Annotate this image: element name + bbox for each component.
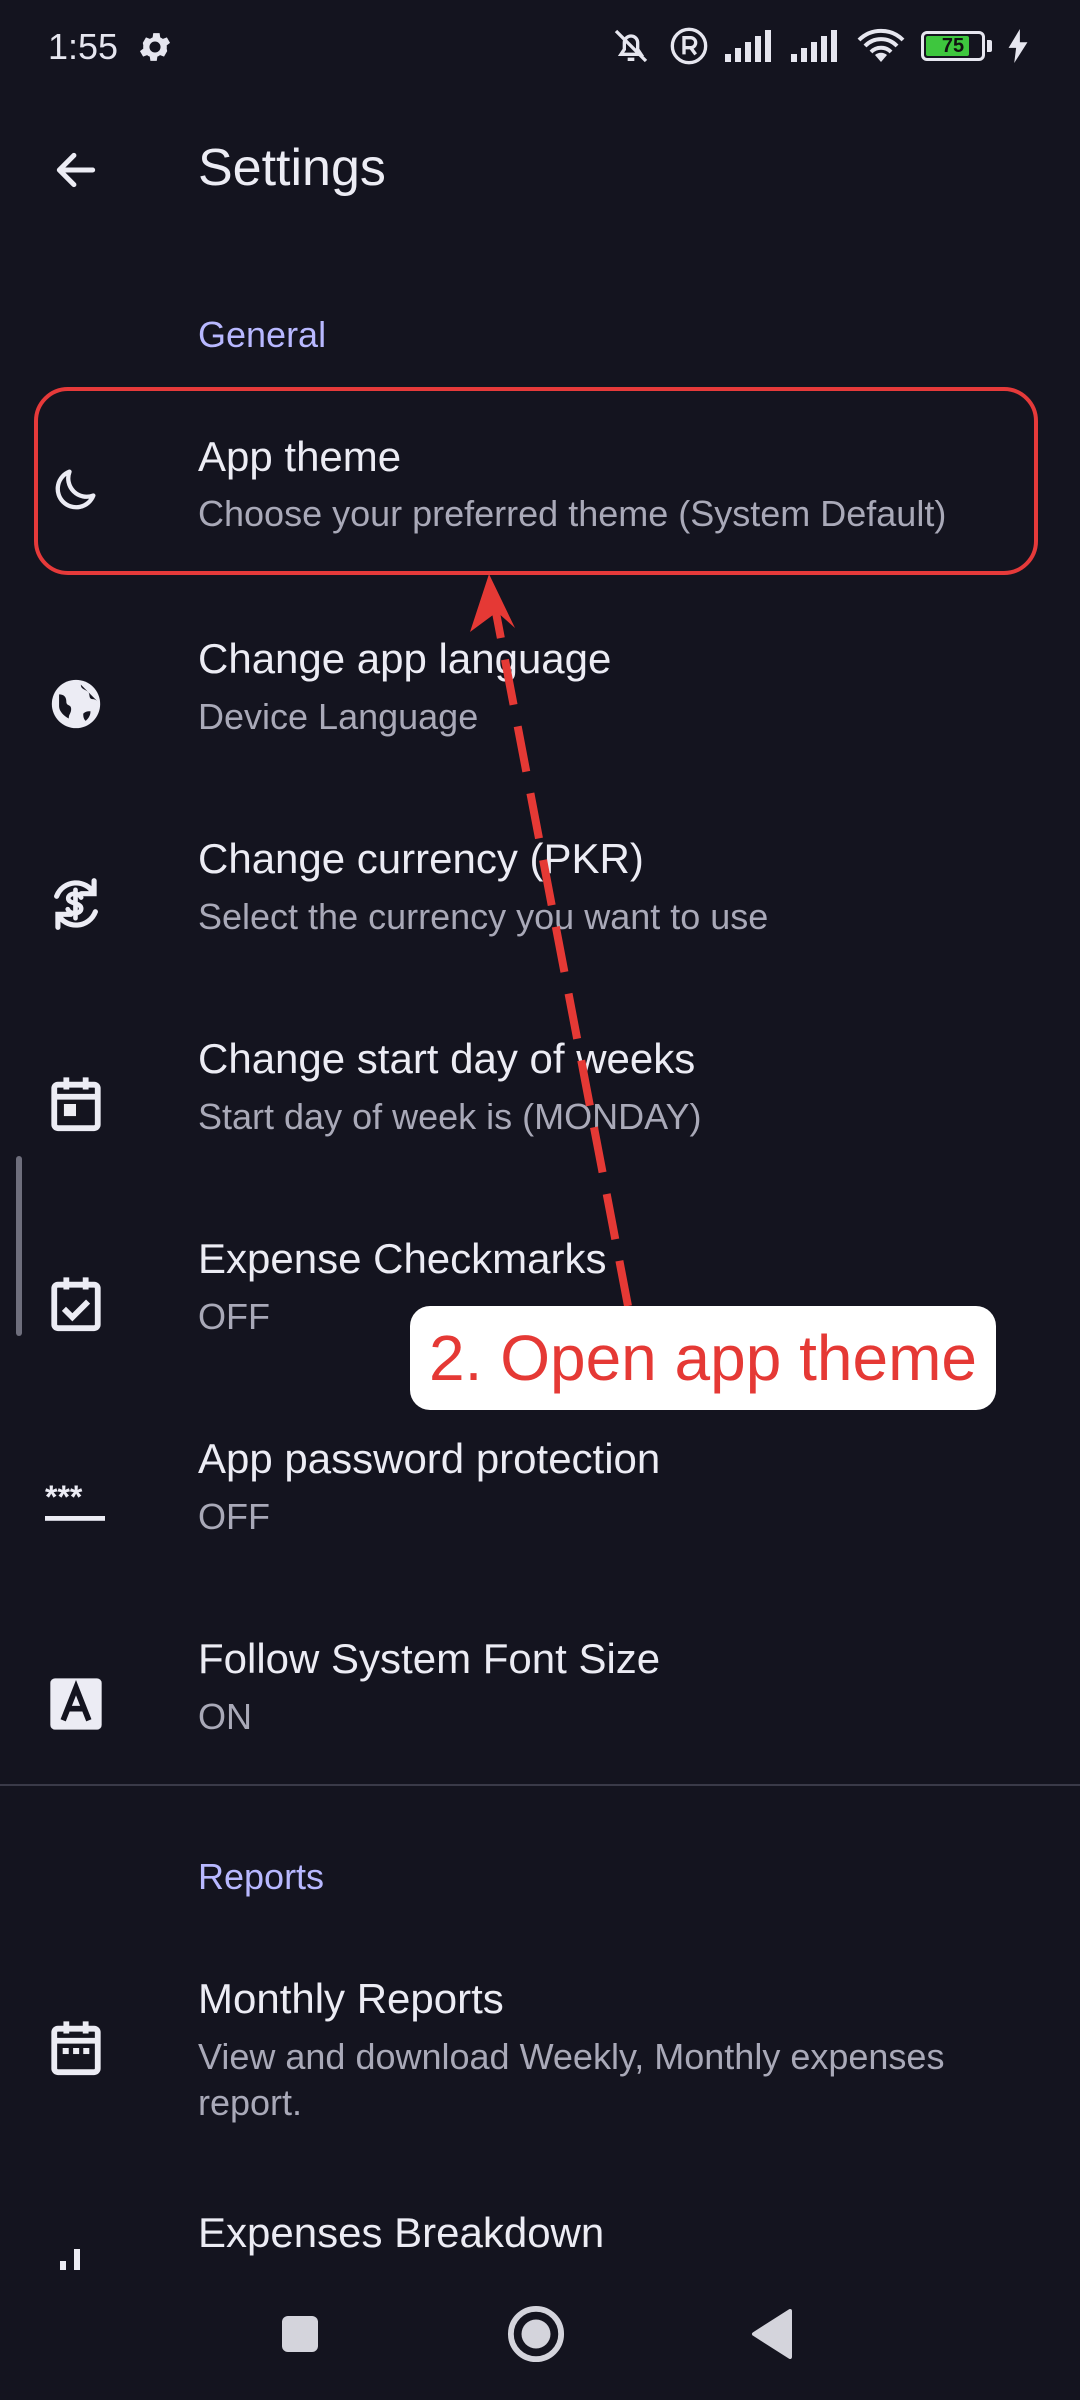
setting-currency[interactable]: Change currency (PKR) Select the currenc…: [0, 820, 1080, 990]
currency-exchange-icon: [44, 872, 108, 936]
bell-off-icon: [609, 26, 653, 66]
setting-font-size[interactable]: Follow System Font Size ON: [0, 1620, 1080, 1790]
setting-subtitle: Select the currency you want to use: [198, 896, 769, 937]
status-icons: 75: [609, 26, 1028, 66]
setting-title: Monthly Reports: [198, 1975, 504, 2022]
system-back-button[interactable]: [732, 2296, 812, 2376]
setting-title: Expense Checkmarks: [198, 1235, 607, 1282]
section-header-general: General: [198, 314, 327, 355]
setting-title: Change app language: [198, 635, 612, 682]
checkbox-calendar-icon: [44, 1272, 108, 1336]
setting-subtitle: ON: [198, 1696, 252, 1737]
battery-icon: 75: [921, 31, 985, 61]
home-circle-icon: [507, 2305, 565, 2368]
recents-square-icon: [280, 2314, 320, 2359]
scroll-indicator[interactable]: [16, 1156, 22, 1336]
globe-icon: [44, 672, 108, 736]
app-bar: Settings: [0, 110, 1080, 230]
bar-chart-icon: [44, 2225, 108, 2270]
calendar-icon: [44, 1072, 108, 1136]
status-bar: 1:55 75: [0, 0, 1080, 100]
setting-title: Follow System Font Size: [198, 1635, 661, 1682]
signal-icon: [791, 30, 841, 62]
arrow-left-icon: [51, 145, 101, 200]
setting-title: App password protection: [198, 1435, 661, 1482]
calendar-month-icon: [44, 2016, 108, 2080]
setting-title: Expenses Breakdown: [198, 2209, 605, 2256]
setting-subtitle: Start day of week is (MONDAY): [198, 1096, 702, 1137]
setting-title: Change start day of weeks: [198, 1035, 696, 1082]
setting-title: Change currency (PKR): [198, 835, 644, 882]
setting-subtitle: OFF: [198, 1496, 270, 1537]
svg-text:***: ***: [45, 1484, 83, 1515]
home-button[interactable]: [496, 2296, 576, 2376]
registered-icon: [669, 26, 709, 66]
recents-button[interactable]: [260, 2296, 340, 2376]
gear-icon: [136, 28, 174, 66]
setting-start-day[interactable]: Change start day of weeks Start day of w…: [0, 1020, 1080, 1190]
section-divider: [0, 1784, 1080, 1786]
setting-app-theme[interactable]: App theme Choose your preferred theme (S…: [0, 395, 1080, 575]
charging-icon: [1008, 29, 1028, 63]
setting-expenses-breakdown[interactable]: Expenses Breakdown: [0, 2205, 1080, 2270]
setting-app-password[interactable]: *** App password protection OFF: [0, 1420, 1080, 1590]
setting-app-language[interactable]: Change app language Device Language: [0, 620, 1080, 790]
setting-subtitle: Choose your preferred theme (System Defa…: [198, 493, 947, 534]
setting-monthly-reports[interactable]: Monthly Reports View and download Weekly…: [0, 1960, 1080, 2140]
back-triangle-icon: [750, 2308, 794, 2364]
password-icon: ***: [44, 1472, 108, 1536]
font-size-icon: [44, 1672, 108, 1736]
page-title: Settings: [198, 139, 386, 197]
battery-nub: [987, 40, 992, 52]
setting-title: App theme: [198, 433, 402, 480]
signal-icon: [725, 30, 775, 62]
moon-icon: [44, 457, 108, 521]
status-time: 1:55: [48, 26, 119, 67]
battery-level: 75: [941, 35, 965, 57]
setting-subtitle: Device Language: [198, 696, 479, 737]
navigation-bar: [0, 2270, 1080, 2400]
annotation-label: 2. Open app theme: [410, 1306, 996, 1410]
back-button[interactable]: [44, 140, 108, 204]
setting-subtitle: View and download Weekly, Monthly expens…: [198, 2036, 945, 2123]
section-header-reports: Reports: [198, 1856, 325, 1897]
wifi-icon: [857, 28, 905, 64]
